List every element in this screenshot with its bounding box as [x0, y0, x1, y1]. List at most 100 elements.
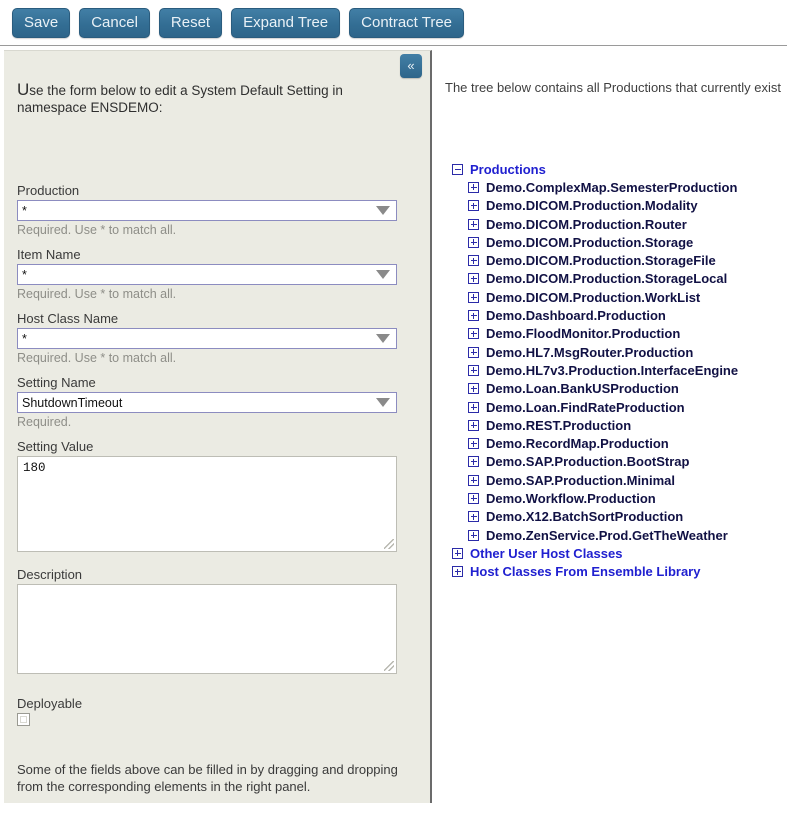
tree-node-label[interactable]: Demo.Dashboard.Production	[486, 308, 666, 323]
tree-node[interactable]: Demo.SAP.Production.BootStrap	[436, 453, 787, 471]
form-intro-capital: U	[17, 80, 30, 99]
form-intro-body: se the form below to edit a System Defau…	[17, 83, 343, 115]
expand-plus-icon[interactable]	[468, 401, 479, 413]
label-description: Description	[17, 567, 83, 582]
production-combobox[interactable]: *	[17, 200, 397, 221]
expand-plus-icon[interactable]	[468, 273, 479, 285]
tree-node-label[interactable]: Demo.DICOM.Production.Modality	[486, 198, 698, 213]
item-name-combobox[interactable]: *	[17, 264, 397, 285]
item-name-dropdown-arrow-icon[interactable]	[370, 265, 396, 284]
resize-grip-icon[interactable]	[384, 539, 394, 549]
tree-node-label[interactable]: Demo.DICOM.Production.StorageLocal	[486, 271, 727, 286]
cancel-button[interactable]: Cancel	[79, 7, 150, 38]
tree-node[interactable]: Demo.DICOM.Production.StorageFile	[436, 251, 787, 269]
host-class-name-dropdown-arrow-icon[interactable]	[370, 329, 396, 348]
tree-node[interactable]: Demo.ComplexMap.SemesterProduction	[436, 178, 787, 196]
label-production: Production	[17, 183, 80, 198]
tree-node[interactable]: Demo.HL7.MsgRouter.Production	[436, 343, 787, 361]
tree-node-label[interactable]: Demo.SAP.Production.BootStrap	[486, 454, 689, 469]
setting-name-combobox[interactable]: ShutdownTimeout	[17, 392, 397, 413]
expand-plus-icon[interactable]	[468, 200, 479, 212]
host-class-name-combobox[interactable]: *	[17, 328, 397, 349]
tree-node-label[interactable]: Demo.ZenService.Prod.GetTheWeather	[486, 528, 728, 543]
tree-node-label[interactable]: Demo.DICOM.Production.StorageFile	[486, 253, 716, 268]
tree-node-label[interactable]: Demo.Loan.FindRateProduction	[486, 400, 685, 415]
tree-node-label[interactable]: Demo.DICOM.Production.Router	[486, 217, 687, 232]
tree-node-label[interactable]: Demo.FloodMonitor.Production	[486, 326, 680, 341]
save-button[interactable]: Save	[12, 7, 71, 38]
tree-node[interactable]: Productions	[436, 160, 787, 178]
contract-tree-button[interactable]: Contract Tree	[349, 7, 465, 38]
tree-node[interactable]: Demo.Loan.BankUSProduction	[436, 380, 787, 398]
tree-node[interactable]: Demo.DICOM.Production.Router	[436, 215, 787, 233]
production-dropdown-arrow-icon[interactable]	[370, 201, 396, 220]
tree-node[interactable]: Demo.Workflow.Production	[436, 489, 787, 507]
expand-plus-icon[interactable]	[468, 529, 479, 541]
collapse-minus-icon[interactable]	[452, 163, 463, 175]
expand-plus-icon[interactable]	[452, 547, 463, 559]
tree-node-label[interactable]: Productions	[470, 162, 546, 177]
tree-node-label[interactable]: Demo.X12.BatchSortProduction	[486, 509, 683, 524]
label-setting-name: Setting Name	[17, 375, 96, 390]
setting-value-textarea[interactable]: 180	[17, 456, 397, 552]
expand-plus-icon[interactable]	[468, 419, 479, 431]
tree-node-label[interactable]: Demo.Loan.BankUSProduction	[486, 381, 679, 396]
tree-node-label[interactable]: Demo.DICOM.Production.WorkList	[486, 290, 700, 305]
collapse-panel-button[interactable]: «	[400, 54, 422, 78]
tree-node-label[interactable]: Demo.HL7v3.Production.InterfaceEngine	[486, 363, 738, 378]
tree-node[interactable]: Demo.DICOM.Production.StorageLocal	[436, 270, 787, 288]
tree-node-label[interactable]: Demo.HL7.MsgRouter.Production	[486, 345, 693, 360]
tree-node[interactable]: Demo.DICOM.Production.WorkList	[436, 288, 787, 306]
tree-node-label[interactable]: Host Classes From Ensemble Library	[470, 564, 700, 579]
expand-plus-icon[interactable]	[468, 474, 479, 486]
hint-item-name: Required. Use * to match all.	[17, 287, 177, 301]
hint-production: Required. Use * to match all.	[17, 223, 177, 237]
expand-plus-icon[interactable]	[468, 236, 479, 248]
expand-plus-icon[interactable]	[468, 181, 479, 193]
tree-node[interactable]: Demo.Dashboard.Production	[436, 306, 787, 324]
tree-node-label[interactable]: Demo.DICOM.Production.Storage	[486, 235, 693, 250]
tree-node[interactable]: Demo.ZenService.Prod.GetTheWeather	[436, 526, 787, 544]
resize-grip-icon[interactable]	[384, 661, 394, 671]
expand-plus-icon[interactable]	[468, 328, 479, 340]
deployable-checkbox[interactable]	[17, 713, 30, 726]
tree-node[interactable]: Demo.X12.BatchSortProduction	[436, 508, 787, 526]
tree-node[interactable]: Demo.REST.Production	[436, 416, 787, 434]
tree-node-label[interactable]: Demo.ComplexMap.SemesterProduction	[486, 180, 737, 195]
tree-node-label[interactable]: Other User Host Classes	[470, 546, 622, 561]
expand-plus-icon[interactable]	[468, 364, 479, 376]
tree-node[interactable]: Demo.HL7v3.Production.InterfaceEngine	[436, 361, 787, 379]
label-item-name: Item Name	[17, 247, 81, 262]
description-textarea[interactable]	[17, 584, 397, 674]
tree-node-label[interactable]: Demo.SAP.Production.Minimal	[486, 473, 675, 488]
double-chevron-left-icon: «	[407, 58, 415, 73]
tree-node[interactable]: Demo.RecordMap.Production	[436, 434, 787, 452]
expand-plus-icon[interactable]	[468, 456, 479, 468]
expand-plus-icon[interactable]	[468, 511, 479, 523]
production-tree-panel: The tree below contains all Productions …	[436, 50, 787, 810]
expand-plus-icon[interactable]	[468, 291, 479, 303]
expand-plus-icon[interactable]	[468, 310, 479, 322]
expand-plus-icon[interactable]	[452, 566, 463, 578]
tree-node[interactable]: Demo.FloodMonitor.Production	[436, 325, 787, 343]
setting-name-dropdown-arrow-icon[interactable]	[370, 393, 396, 412]
expand-plus-icon[interactable]	[468, 438, 479, 450]
tree-node[interactable]: Demo.DICOM.Production.Modality	[436, 197, 787, 215]
tree-node[interactable]: Demo.SAP.Production.Minimal	[436, 471, 787, 489]
setting-name-value: ShutdownTimeout	[22, 395, 123, 410]
tree-node[interactable]: Demo.Loan.FindRateProduction	[436, 398, 787, 416]
hint-setting-name: Required.	[17, 415, 72, 429]
expand-plus-icon[interactable]	[468, 255, 479, 267]
tree-node[interactable]: Host Classes From Ensemble Library	[436, 563, 787, 581]
tree-node-label[interactable]: Demo.REST.Production	[486, 418, 631, 433]
tree-node-label[interactable]: Demo.Workflow.Production	[486, 491, 656, 506]
expand-plus-icon[interactable]	[468, 218, 479, 230]
expand-plus-icon[interactable]	[468, 346, 479, 358]
expand-plus-icon[interactable]	[468, 383, 479, 395]
expand-tree-button[interactable]: Expand Tree	[231, 7, 341, 38]
tree-node[interactable]: Demo.DICOM.Production.Storage	[436, 233, 787, 251]
expand-plus-icon[interactable]	[468, 492, 479, 504]
tree-node-label[interactable]: Demo.RecordMap.Production	[486, 436, 669, 451]
tree-node[interactable]: Other User Host Classes	[436, 544, 787, 562]
reset-button[interactable]: Reset	[158, 7, 223, 38]
